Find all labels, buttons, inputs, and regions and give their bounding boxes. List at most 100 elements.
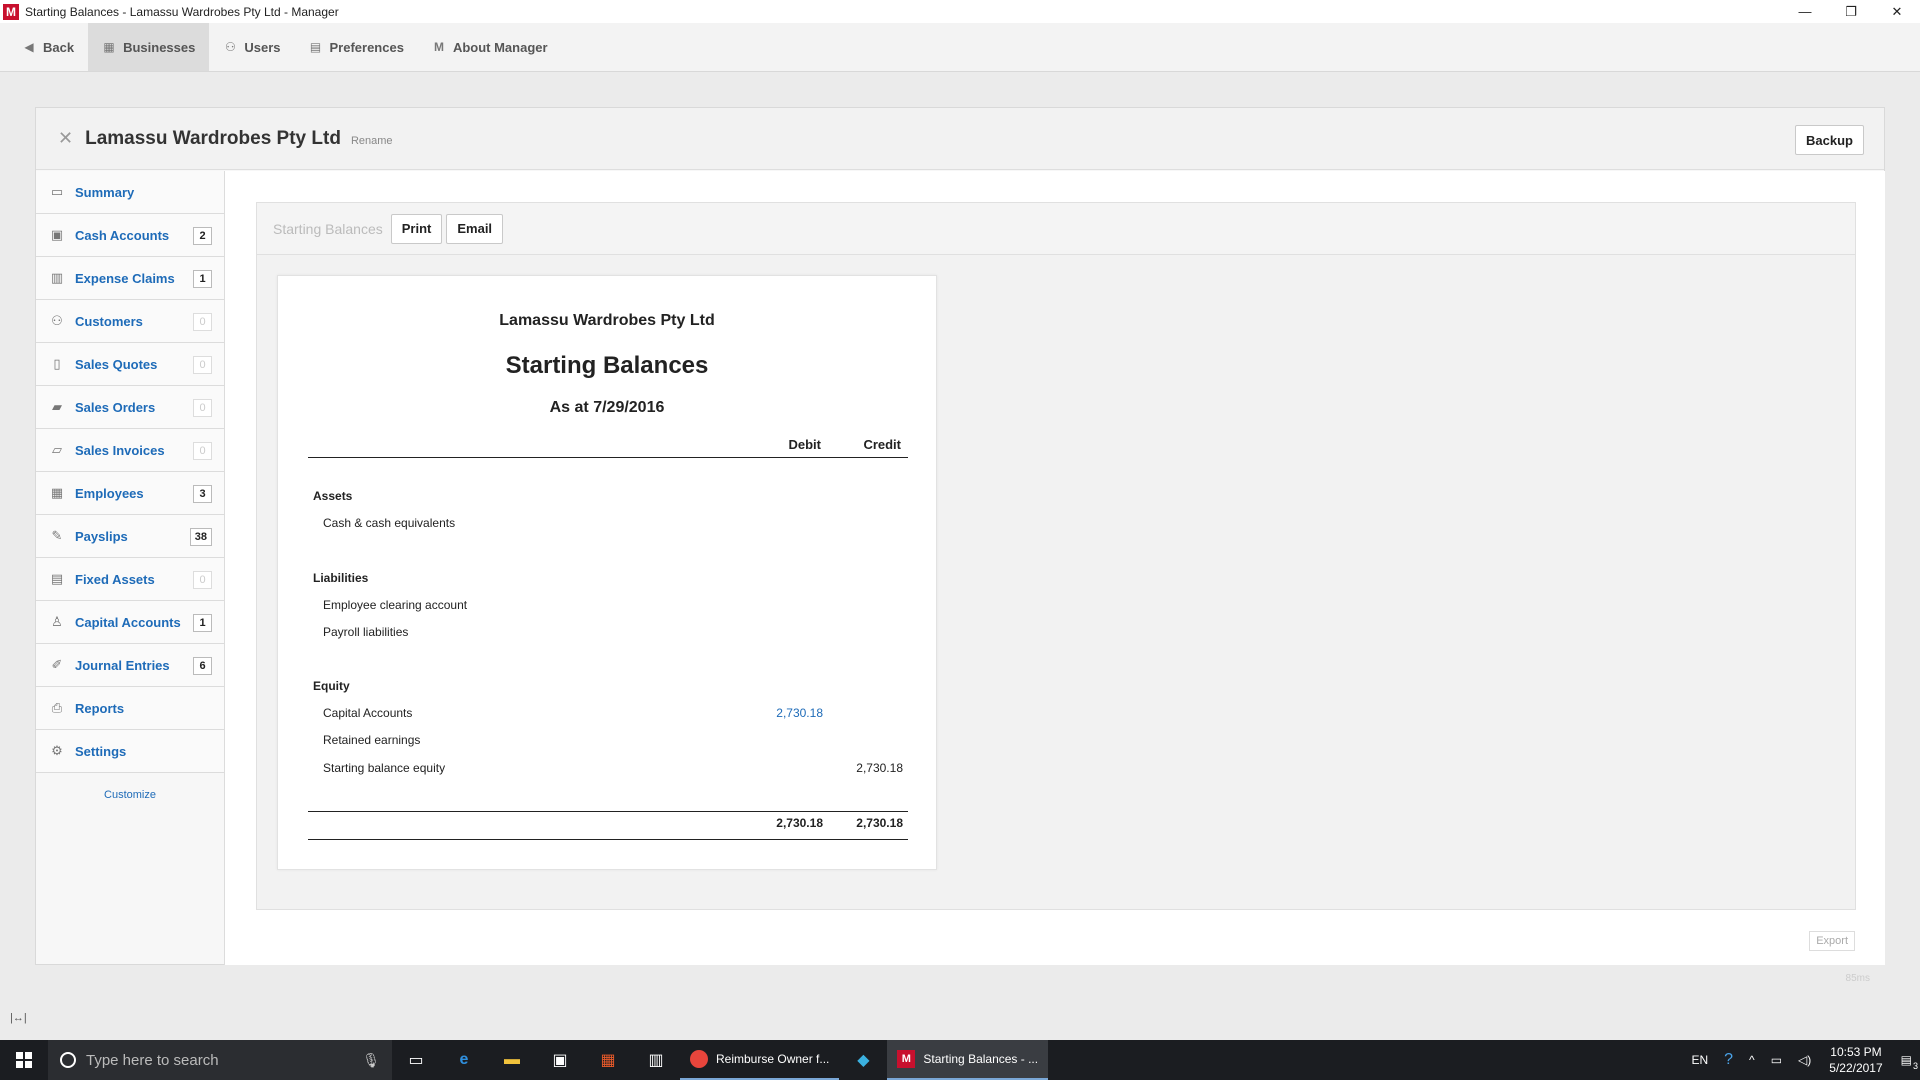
- taskbar-app-chrome[interactable]: Reimburse Owner f...: [680, 1040, 840, 1080]
- preferences-tab[interactable]: ▤ Preferences: [294, 23, 417, 71]
- account-label: Employee clearing account: [323, 598, 468, 612]
- group-row: Assets: [308, 489, 908, 505]
- expense-claims-icon: ▥: [50, 270, 64, 285]
- sidebar-item-fixed-assets[interactable]: ▤ Fixed Assets 0: [36, 558, 224, 601]
- header-rule: [308, 457, 908, 458]
- sidebar-item-reports[interactable]: ⎙ Reports: [36, 687, 224, 730]
- customers-icon: ⚇: [51, 313, 63, 328]
- account-label: Payroll liabilities: [323, 625, 409, 639]
- notifications-count: 3: [1912, 1061, 1918, 1071]
- table-row: Capital Accounts 2,730.18: [308, 706, 908, 722]
- printer-icon: ⎙: [51, 700, 63, 715]
- sidebar-item-label: Journal Entries: [75, 657, 170, 673]
- users-label: Users: [244, 39, 281, 55]
- table-row: Employee clearing account: [308, 598, 908, 614]
- manager-app-icon: M: [897, 1050, 916, 1068]
- taskbar-app-label: Reimburse Owner f...: [716, 1052, 830, 1066]
- app-logo-icon: M: [3, 3, 19, 20]
- count-badge: 38: [189, 528, 212, 546]
- businesses-label: Businesses: [123, 39, 196, 55]
- count-badge: 0: [193, 356, 212, 374]
- sidebar-item-payslips[interactable]: ✎ Payslips 38: [36, 515, 224, 558]
- calculator-icon[interactable]: ▥: [632, 1040, 680, 1080]
- employees-icon: ▦: [50, 485, 64, 500]
- maximize-button[interactable]: ❐: [1828, 0, 1874, 23]
- table-row: Starting balance equity 2,730.18: [308, 761, 908, 777]
- total-debit: 2,730.18: [776, 816, 823, 830]
- email-button[interactable]: Email: [446, 213, 504, 244]
- resize-handle-icon[interactable]: |↔|: [10, 1012, 27, 1024]
- users-tab[interactable]: ⚇ Users: [209, 23, 294, 71]
- clock-date: 5/22/2017: [1829, 1061, 1883, 1075]
- file-explorer-icon[interactable]: ▬: [488, 1040, 536, 1080]
- close-business-icon[interactable]: ✕: [58, 128, 73, 149]
- sidebar-item-cash-accounts[interactable]: ▣ Cash Accounts 2: [36, 214, 224, 257]
- title-bar: M Starting Balances - Lamassu Wardrobes …: [0, 0, 1920, 23]
- task-view-icon[interactable]: ▭: [392, 1040, 440, 1080]
- about-manager-tab[interactable]: M About Manager: [418, 23, 562, 71]
- sidebar-item-capital-accounts[interactable]: ♙ Capital Accounts 1: [36, 601, 224, 644]
- capital-accounts-debit-link[interactable]: 2,730.18: [776, 706, 823, 720]
- gear-icon: ⚙: [51, 743, 63, 758]
- store-icon[interactable]: ▣: [536, 1040, 584, 1080]
- sidebar-item-sales-orders[interactable]: ▰ Sales Orders 0: [36, 386, 224, 429]
- sidebar-item-label: Fixed Assets: [75, 571, 155, 587]
- total-bottom-rule: [308, 839, 908, 840]
- back-button[interactable]: ◀ Back: [8, 23, 88, 71]
- sidebar-item-employees[interactable]: ▦ Employees 3: [36, 472, 224, 515]
- clock-time: 10:53 PM: [1830, 1045, 1882, 1059]
- business-panel: ✕ Lamassu Wardrobes Pty Ltd Rename Backu…: [35, 107, 1885, 984]
- volume-icon[interactable]: ◁): [1790, 1053, 1819, 1067]
- close-window-button[interactable]: ✕: [1874, 0, 1920, 23]
- microphone-icon[interactable]: 🎙: [362, 1052, 380, 1069]
- apps-grid-icon[interactable]: ▦: [584, 1040, 632, 1080]
- sidebar-item-label: Sales Orders: [75, 399, 156, 415]
- cortana-icon: [60, 1052, 76, 1068]
- count-badge: 1: [193, 270, 212, 288]
- chevron-up-icon[interactable]: ^: [1741, 1053, 1763, 1067]
- minimize-button[interactable]: —: [1782, 0, 1828, 23]
- kodi-icon[interactable]: ◆: [839, 1040, 887, 1080]
- customize-link[interactable]: Customize: [36, 789, 224, 801]
- sidebar: ▭ Summary ▣ Cash Accounts 2 ▥ Expense Cl…: [36, 171, 224, 801]
- business-name: Lamassu Wardrobes Pty Ltd: [85, 127, 341, 149]
- total-top-rule: [308, 811, 908, 812]
- export-button[interactable]: Export: [1809, 931, 1855, 951]
- network-icon[interactable]: ▭: [1763, 1053, 1790, 1067]
- help-icon[interactable]: ?: [1716, 1051, 1741, 1069]
- rename-link[interactable]: Rename: [351, 135, 393, 147]
- sidebar-item-sales-invoices[interactable]: ▱ Sales Invoices 0: [36, 429, 224, 472]
- sidebar-item-journal-entries[interactable]: ✐ Journal Entries 6: [36, 644, 224, 687]
- language-indicator[interactable]: EN: [1683, 1053, 1716, 1067]
- sidebar-item-customers[interactable]: ⚇ Customers 0: [36, 300, 224, 343]
- edge-browser-icon[interactable]: e: [440, 1040, 488, 1080]
- group-row: Liabilities: [308, 571, 908, 587]
- credit-value: 2,730.18: [856, 761, 903, 775]
- cash-accounts-icon: ▣: [50, 227, 64, 242]
- backup-button[interactable]: Backup: [1795, 125, 1864, 155]
- sidebar-item-expense-claims[interactable]: ▥ Expense Claims 1: [36, 257, 224, 300]
- back-label: Back: [43, 39, 75, 55]
- sidebar-item-settings[interactable]: ⚙ Settings: [36, 730, 224, 773]
- notifications-icon[interactable]: ▤ 3: [1893, 1053, 1920, 1071]
- windows-start-icon[interactable]: [0, 1040, 48, 1080]
- credit-column-header: Credit: [863, 437, 901, 452]
- sidebar-item-label: Settings: [75, 743, 127, 759]
- back-arrow-icon: ◀: [24, 40, 34, 54]
- account-label: Starting balance equity: [323, 761, 446, 775]
- debit-column-header: Debit: [788, 437, 822, 452]
- taskbar-search-input[interactable]: Type here to search 🎙: [48, 1040, 392, 1080]
- taskbar-clock[interactable]: 10:53 PM 5/22/2017: [1819, 1044, 1892, 1076]
- users-icon: ⚇: [224, 40, 236, 54]
- sidebar-item-label: Payslips: [75, 528, 128, 544]
- sidebar-item-label: Sales Invoices: [75, 442, 165, 458]
- search-placeholder: Type here to search: [86, 1051, 219, 1069]
- taskbar-app-manager[interactable]: M Starting Balances - ...: [887, 1040, 1049, 1080]
- window-title: Starting Balances - Lamassu Wardrobes Pt…: [25, 4, 339, 19]
- sidebar-item-summary[interactable]: ▭ Summary: [36, 171, 224, 214]
- preferences-label: Preferences: [329, 39, 404, 55]
- sidebar-item-sales-quotes[interactable]: ▯ Sales Quotes 0: [36, 343, 224, 386]
- businesses-tab[interactable]: ▦ Businesses: [88, 23, 210, 71]
- print-button[interactable]: Print: [390, 213, 443, 244]
- windows-taskbar: Type here to search 🎙 ▭ e ▬ ▣ ▦ ▥ Reimbu…: [0, 1040, 1920, 1080]
